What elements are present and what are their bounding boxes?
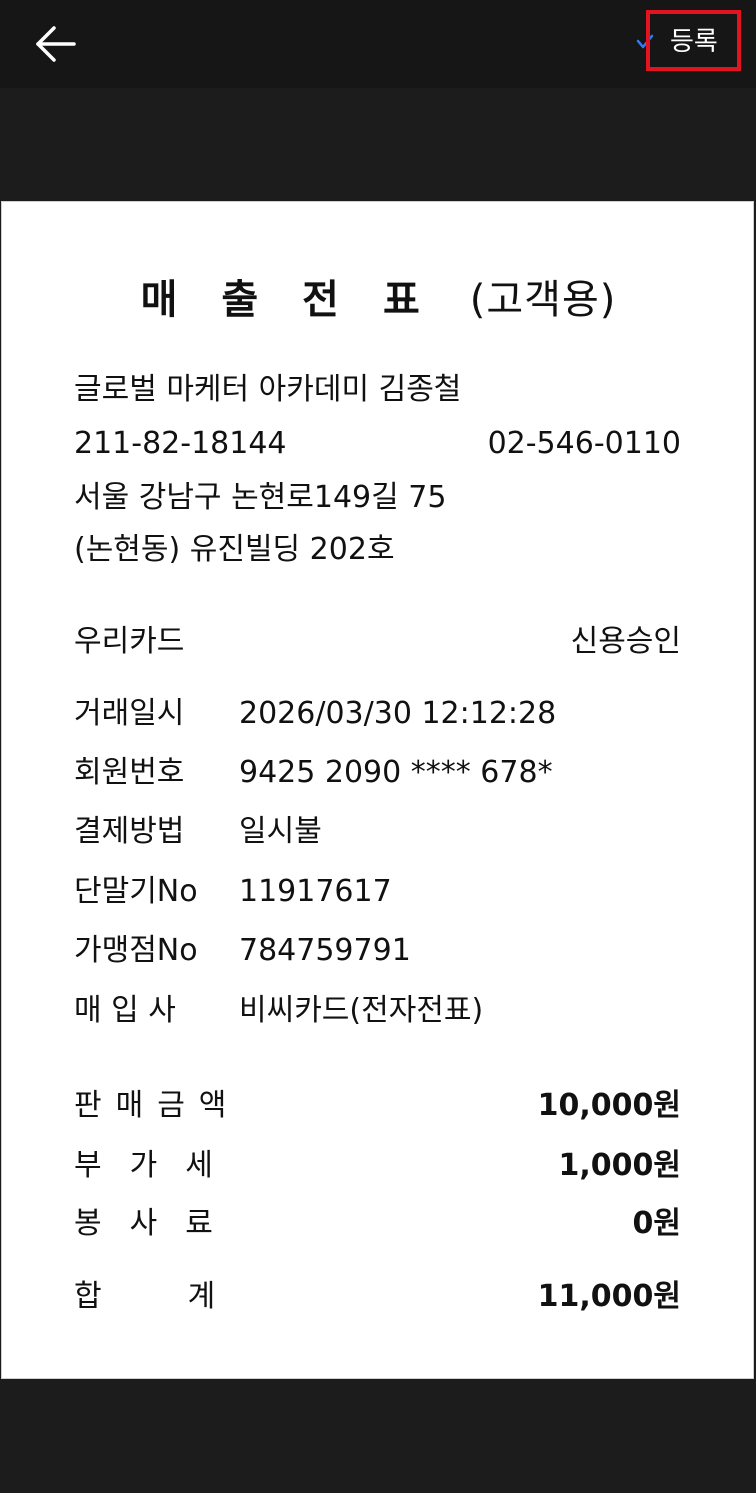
detail-label: 거래일시	[74, 696, 185, 731]
detail-value: 9425 2090 **** 678*	[239, 755, 553, 790]
card-company: 우리카드	[74, 624, 185, 659]
approval-type: 신용승인	[570, 624, 681, 659]
bottom-area	[0, 1381, 756, 1493]
receipt-title-main: 매출전표	[140, 277, 464, 323]
address-line-1: 서울 강남구 논현로149길 75	[74, 480, 447, 515]
arrow-left-icon	[36, 26, 76, 62]
detail-label: 매 입 사	[74, 993, 176, 1028]
address-line-2: (논현동) 유진빌딩 202호	[74, 532, 395, 567]
detail-value: 일시불	[239, 814, 322, 849]
amount-value-vat: 1,000원	[558, 1148, 682, 1183]
merchant-name: 글로벌 마케터 아카데미 김종철	[74, 372, 462, 407]
register-label[interactable]: 등록	[670, 24, 718, 60]
amount-label-service: 봉사료	[74, 1206, 241, 1241]
receipt: 매출전표 (고객용) 글로벌 마케터 아카데미 김종철 211-82-18144 …	[1, 201, 754, 1379]
detail-value: 11917617	[239, 874, 392, 909]
amount-value-service: 0원	[632, 1206, 681, 1241]
detail-label: 단말기No	[74, 874, 198, 909]
receipt-title-sub: (고객용)	[469, 277, 617, 323]
detail-label: 가맹점No	[74, 933, 198, 968]
amount-value-total: 11,000원	[537, 1279, 681, 1314]
amount-label-sale: 판매금액	[74, 1088, 241, 1123]
detail-label: 회원번호	[74, 755, 185, 790]
detail-label: 결제방법	[74, 814, 185, 849]
business-number: 211-82-18144	[74, 426, 287, 461]
detail-value: 2026/03/30 12:12:28	[239, 696, 557, 731]
back-button[interactable]	[30, 22, 82, 66]
amount-value-sale: 10,000원	[537, 1088, 681, 1123]
amount-label-total: 합계	[74, 1279, 302, 1314]
receipt-title: 매출전표 (고객용)	[2, 274, 755, 326]
merchant-phone: 02-546-0110	[487, 426, 681, 461]
top-bar: 등록	[0, 0, 756, 88]
amount-label-vat: 부가세	[74, 1148, 241, 1183]
detail-value: 784759791	[239, 933, 411, 968]
detail-value: 비씨카드(전자전표)	[239, 993, 484, 1028]
